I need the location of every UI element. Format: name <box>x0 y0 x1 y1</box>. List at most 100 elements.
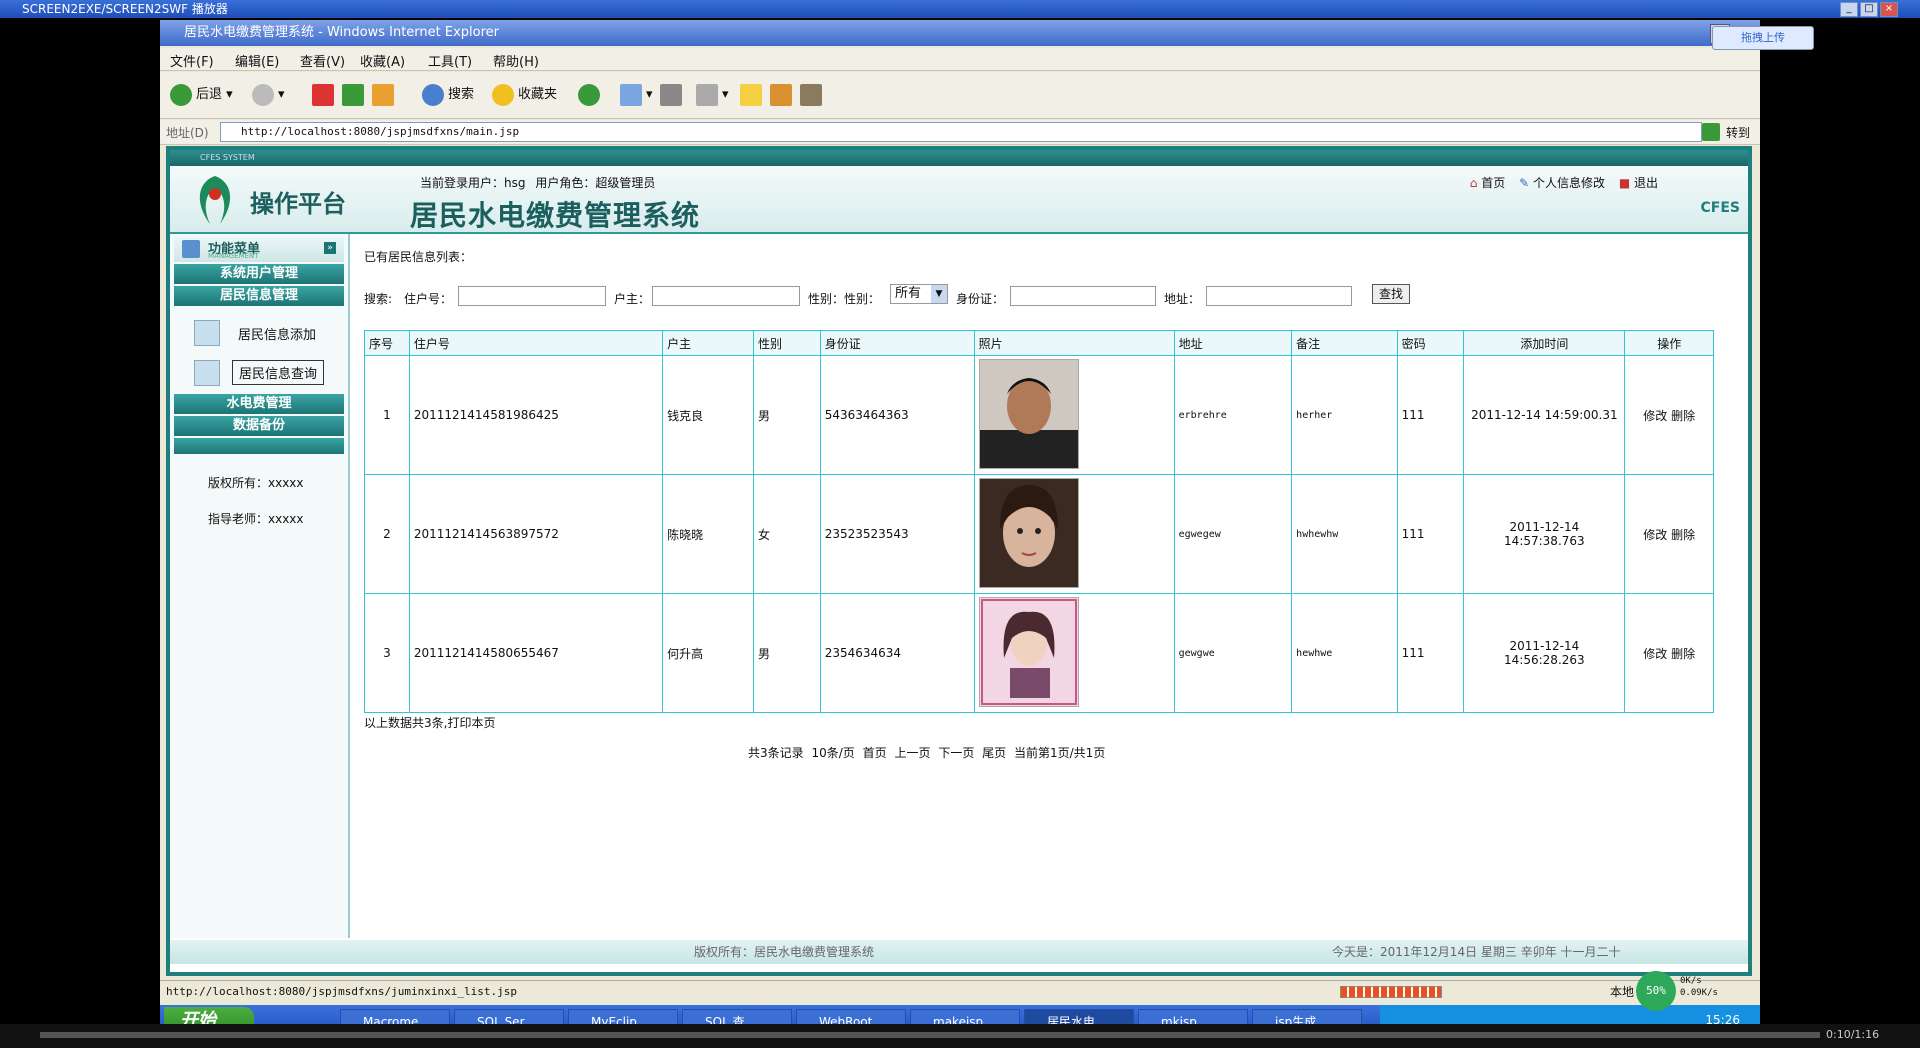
collapse-icon[interactable]: » <box>324 242 336 254</box>
menu-bar: 文件(F) 编辑(E) 查看(V) 收藏(A) 工具(T) 帮助(H) <box>160 48 1760 71</box>
edit-link[interactable]: 修改 <box>1643 409 1667 423</box>
book-button[interactable] <box>770 82 796 108</box>
edit-link[interactable]: 修改 <box>1643 647 1667 661</box>
ie-title-bar: 居民水电缴费管理系统 - Windows Internet Explorer <box>160 20 1760 46</box>
menu-help[interactable]: 帮助(H) <box>493 51 539 70</box>
col-photo: 照片 <box>973 330 1175 356</box>
profile-link[interactable]: 个人信息修改 <box>1533 176 1605 190</box>
pager-first[interactable]: 首页 <box>863 746 887 760</box>
cell-actions: 修改 删除 <box>1624 474 1714 594</box>
delete-link[interactable]: 删除 <box>1671 647 1695 661</box>
id-card-input[interactable] <box>1010 286 1156 306</box>
refresh-button[interactable] <box>342 82 368 108</box>
householder-input[interactable] <box>652 286 800 306</box>
menu-edit[interactable]: 编辑(E) <box>235 51 279 70</box>
status-bar: http://localhost:8080/jspjmsdfxns/juminx… <box>160 971 1760 1011</box>
favorites-label: 收藏夹 <box>518 87 558 102</box>
search-icon <box>422 83 444 106</box>
table-header-row: 序号 住户号 户主 性别 身份证 照片 地址 备注 密码 添加时间 操作 <box>364 330 1714 356</box>
search-submit-button[interactable]: 查找 <box>1372 284 1410 304</box>
col-remark: 备注 <box>1291 330 1398 356</box>
close-button[interactable]: × <box>1880 2 1898 17</box>
pager: 共3条记录 10条/页 首页 上一页 下一页 尾页 当前第1页/共1页 <box>748 744 1105 761</box>
web-page: CFES SYSTEM 操作平台 当前登录用户：hsg 用户角色：超级管理员 居… <box>166 146 1752 976</box>
delete-link[interactable]: 删除 <box>1671 409 1695 423</box>
edit-page-button[interactable]: ▾ <box>696 82 729 108</box>
household-no-input[interactable] <box>458 286 606 306</box>
cell-id-card: 2354634634 <box>819 593 975 713</box>
address-input[interactable] <box>1206 286 1352 306</box>
pager-size: 10条/页 <box>811 746 855 760</box>
sidebar-header: 功能菜单 MANAGEMENT » <box>174 236 344 262</box>
ie-title: 居民水电缴费管理系统 - Windows Internet Explorer <box>184 25 499 40</box>
col-gender: 性别 <box>753 330 821 356</box>
go-icon[interactable] <box>1702 123 1720 141</box>
logo: 操作平台 <box>190 172 390 228</box>
pager-prev[interactable]: 上一页 <box>894 746 930 760</box>
cell-actions: 修改 删除 <box>1624 593 1714 713</box>
minimize-button[interactable]: _ <box>1840 2 1858 17</box>
content-area: 已有居民信息列表： 搜索: 住户号： 户主： 性别：性别： 所有 ▼ 身份证： … <box>360 234 1740 934</box>
net-percent-badge[interactable]: 50% <box>1636 971 1676 1011</box>
resident-photo <box>978 358 1079 469</box>
cell-household-no: 20111214145806554​67 <box>408 593 664 713</box>
forward-button[interactable]: ▾ <box>252 82 285 108</box>
menu-favorites[interactable]: 收藏(A) <box>360 51 405 70</box>
mail-button[interactable]: ▾ <box>620 82 653 108</box>
gender-select[interactable]: 所有 ▼ <box>890 284 948 304</box>
go-button[interactable]: 转到 <box>1726 124 1750 141</box>
logout-link[interactable]: 退出 <box>1634 176 1658 190</box>
favorites-button[interactable]: 收藏夹 <box>492 82 557 108</box>
cell-id-card: 54363464363 <box>819 355 975 475</box>
sidebar-sub-resident-add[interactable]: 居民信息添加 <box>238 324 316 343</box>
home-button[interactable] <box>372 82 398 108</box>
maximize-button[interactable]: □ <box>1860 2 1878 17</box>
sidebar-copyright: 版权所有：xxxxx <box>208 476 304 490</box>
table-row: 3 20111214145806554​67 何升高 男 2354634634 <box>364 593 1714 713</box>
sidebar-item-resident-management[interactable]: 居民信息管理 <box>174 286 344 306</box>
stop-button[interactable] <box>312 82 338 108</box>
logout-icon: ■ <box>1618 176 1631 190</box>
col-id-card: 身份证 <box>819 330 975 356</box>
print-button[interactable] <box>660 82 686 108</box>
back-button[interactable]: 后退 ▾ <box>170 82 233 108</box>
gender-label: 性别：性别： <box>808 292 881 306</box>
pager-next[interactable]: 下一页 <box>938 746 974 760</box>
forward-icon <box>252 83 274 106</box>
search-button[interactable]: 搜索 <box>422 82 474 108</box>
summary-text: 以上数据共3条,打印本页 <box>364 716 496 730</box>
ie-window: 居民水电缴费管理系统 - Windows Internet Explorer 拖… <box>160 20 1814 1037</box>
resident-table: 序号 住户号 户主 性别 身份证 照片 地址 备注 密码 添加时间 操作 1 2… <box>364 330 1714 713</box>
progress-track[interactable] <box>40 1032 1820 1038</box>
sidebar-item-data-backup[interactable]: 数据备份 <box>174 416 344 436</box>
mail-icon <box>620 83 642 106</box>
player-progress-bar[interactable]: 0:10/1:16 <box>0 1024 1920 1048</box>
delete-link[interactable]: 删除 <box>1671 528 1695 542</box>
sidebar-sub-resident-query[interactable]: 居民信息查询 <box>232 360 325 385</box>
menu-tools[interactable]: 工具(T) <box>428 51 472 70</box>
edit-link[interactable]: 修改 <box>1643 528 1667 542</box>
pager-last[interactable]: 尾页 <box>982 746 1006 760</box>
note-button[interactable] <box>740 82 766 108</box>
home-link[interactable]: 首页 <box>1481 176 1505 190</box>
menu-file[interactable]: 文件(F) <box>170 51 214 70</box>
history-button[interactable] <box>578 82 604 108</box>
col-householder: 户主 <box>662 330 755 356</box>
address-input[interactable]: http://localhost:8080/jspjmsdfxns/main.j… <box>220 122 1702 142</box>
col-household-no: 住户号 <box>408 330 664 356</box>
pager-current: 当前第1页/共1页 <box>1014 746 1106 760</box>
edit-icon <box>696 83 718 106</box>
menu-view[interactable]: 查看(V) <box>300 51 345 70</box>
cell-add-time: 2011-12-14 14:57:38.763 <box>1463 474 1626 594</box>
upload-button[interactable]: 拖拽上传 <box>1712 26 1814 50</box>
tools-button[interactable] <box>800 82 826 108</box>
table-row: 1 20111214145819864​25 钱克良 男 54363464363 <box>364 355 1714 475</box>
resident-photo <box>978 596 1079 707</box>
sidebar-item-fee-management[interactable]: 水电费管理 <box>174 394 344 414</box>
search-label: 搜索: <box>364 292 393 306</box>
cell-household-no: 20111214145638975​72 <box>408 474 664 594</box>
history-icon <box>578 83 600 106</box>
logo-text: 操作平台 <box>250 189 346 218</box>
home-icon <box>372 83 394 106</box>
sidebar-item-user-management[interactable]: 系统用户管理 <box>174 264 344 284</box>
